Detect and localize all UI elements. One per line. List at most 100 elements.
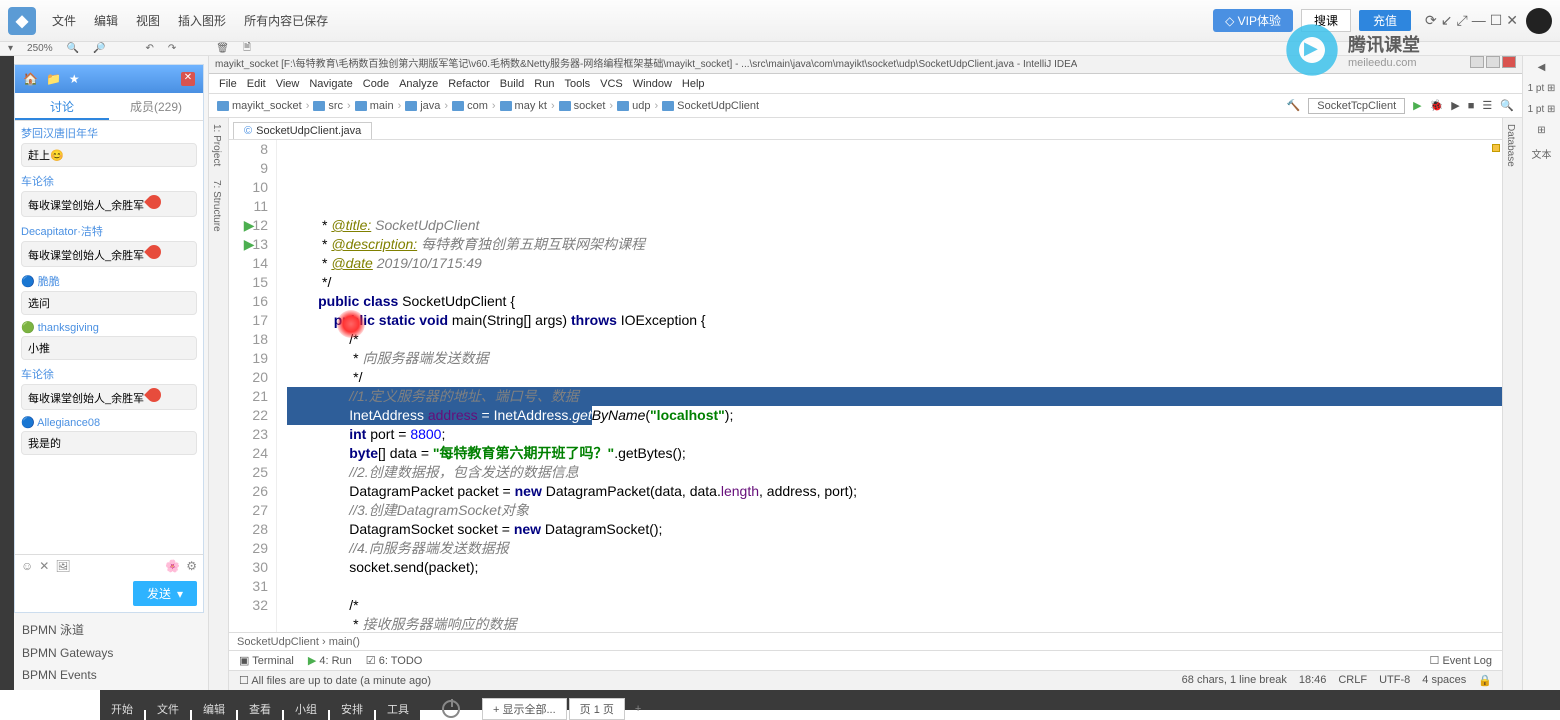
breadcrumb-item[interactable]: udp bbox=[617, 100, 650, 112]
avatar[interactable] bbox=[1526, 8, 1552, 34]
editor-breadcrumb[interactable]: SocketUdpClient › main() bbox=[229, 632, 1502, 650]
ide-menu-item[interactable]: Build bbox=[500, 78, 524, 90]
ide-menu-item[interactable]: Run bbox=[534, 78, 554, 90]
image-icon[interactable]: 🖼 bbox=[55, 559, 70, 573]
footer-tab[interactable]: 安排 bbox=[330, 698, 374, 720]
window-control-icon[interactable]: ⟳ bbox=[1425, 12, 1437, 29]
status-line-sep[interactable]: CRLF bbox=[1338, 674, 1367, 687]
footer-tab[interactable]: 小组 bbox=[284, 698, 328, 720]
dropdown-icon[interactable]: ▾ bbox=[8, 43, 13, 54]
search-icon[interactable]: 🔍 bbox=[1500, 99, 1514, 112]
window-control-icon[interactable]: ☐ bbox=[1490, 12, 1503, 29]
zoom-out-icon[interactable]: 🔎 bbox=[93, 43, 105, 54]
gear-icon[interactable]: ⚙ bbox=[186, 559, 197, 573]
breadcrumb-item[interactable]: src bbox=[313, 100, 343, 112]
shape-category[interactable]: BPMN Gateways bbox=[22, 642, 200, 664]
breadcrumb-item[interactable]: socket bbox=[559, 100, 606, 112]
footer-tab[interactable]: 工具 bbox=[376, 698, 420, 720]
vip-button[interactable]: ◇ VIP体验 bbox=[1213, 9, 1293, 32]
debug-icon[interactable]: 🐞 bbox=[1430, 99, 1444, 112]
zoom-level[interactable]: 250% bbox=[27, 43, 53, 54]
status-encoding[interactable]: UTF-8 bbox=[1379, 674, 1410, 687]
zoom-in-icon[interactable]: 🔍 bbox=[67, 43, 79, 54]
clear-icon[interactable]: ✕ bbox=[39, 559, 49, 573]
run-icon[interactable]: ▶ bbox=[1413, 99, 1421, 112]
code-editor[interactable]: 891011▶ 12▶ 1314151617181920212223242526… bbox=[229, 140, 1502, 632]
ide-menu-item[interactable]: VCS bbox=[600, 78, 623, 90]
chat-toolbar: ☺ ✕ 🖼 🌸 ⚙ bbox=[15, 554, 203, 577]
structure-icon[interactable]: ☰ bbox=[1482, 99, 1492, 112]
ide-menu-item[interactable]: Tools bbox=[564, 78, 590, 90]
footer-tab[interactable]: 查看 bbox=[238, 698, 282, 720]
window-control-icon[interactable]: ✕ bbox=[1506, 12, 1518, 29]
status-indent[interactable]: 4 spaces bbox=[1422, 674, 1466, 687]
ide-menu-item[interactable]: Navigate bbox=[309, 78, 352, 90]
folder-icon[interactable]: 📁 bbox=[46, 72, 61, 86]
ide-menu-item[interactable]: View bbox=[276, 78, 300, 90]
nav-back-icon[interactable]: ◀ bbox=[1538, 62, 1546, 73]
ide-menu-item[interactable]: Window bbox=[633, 78, 672, 90]
ide-menu-item[interactable]: Edit bbox=[247, 78, 266, 90]
breadcrumb-item[interactable]: SocketUdpClient bbox=[662, 100, 759, 112]
add-page-icon[interactable]: + bbox=[627, 703, 649, 715]
top-menu-item[interactable]: 插入图形 bbox=[178, 12, 226, 29]
ide-menu-item[interactable]: Analyze bbox=[399, 78, 438, 90]
shape-category[interactable]: BPMN Events bbox=[22, 664, 200, 686]
tab-members[interactable]: 成员(229) bbox=[109, 93, 203, 120]
ide-right-toolwindow-bar[interactable]: Database Ant Build Maven bbox=[1502, 118, 1522, 690]
stop-icon[interactable]: ■ bbox=[1468, 100, 1475, 112]
eventlog-tool-button[interactable]: ☐ Event Log bbox=[1430, 654, 1492, 667]
top-menu-item[interactable]: 编辑 bbox=[94, 12, 118, 29]
ide-menu-item[interactable]: Refactor bbox=[448, 78, 490, 90]
shape-list: BPMN 泳道BPMN GatewaysBPMN Events bbox=[14, 613, 208, 690]
power-icon[interactable] bbox=[442, 700, 460, 718]
chat-bubble: 每收课堂创始人_余胜军 bbox=[21, 384, 197, 410]
chat-message-list[interactable]: 梦回汉唐旧年华赶上😊车论徐每收课堂创始人_余胜军 Decapitator·洁特每… bbox=[15, 121, 203, 554]
footer-tab[interactable]: 编辑 bbox=[192, 698, 236, 720]
ide-menu-item[interactable]: Code bbox=[363, 78, 389, 90]
breadcrumb-item[interactable]: java bbox=[405, 100, 440, 112]
send-button[interactable]: 发送▾ bbox=[133, 581, 197, 606]
top-menu-item[interactable]: 视图 bbox=[136, 12, 160, 29]
ide-menu-item[interactable]: Help bbox=[682, 78, 705, 90]
ide-left-toolwindow-bar[interactable]: 1: Project 7: Structure bbox=[209, 118, 229, 690]
java-file-icon: © bbox=[244, 125, 252, 137]
undo-icon[interactable]: ↶ bbox=[146, 43, 154, 54]
top-menu-item[interactable]: 所有内容已保存 bbox=[244, 12, 328, 29]
maximize-icon[interactable] bbox=[1486, 56, 1500, 68]
tab-discussion[interactable]: 讨论 bbox=[15, 93, 109, 120]
breadcrumb-item[interactable]: may kt bbox=[500, 100, 547, 112]
document-icon[interactable]: 🗎 bbox=[243, 40, 251, 57]
breadcrumb-item[interactable]: com bbox=[452, 100, 488, 112]
ide-menu-item[interactable]: File bbox=[219, 78, 237, 90]
editor-tab[interactable]: © SocketUdpClient.java bbox=[233, 122, 372, 139]
footer-tab[interactable]: 开始 bbox=[100, 698, 144, 720]
page-tab[interactable]: 页 1 页 bbox=[569, 698, 625, 720]
close-icon[interactable]: ✕ bbox=[181, 72, 195, 86]
star-icon[interactable]: ★ bbox=[69, 72, 80, 86]
redo-icon[interactable]: ↷ bbox=[168, 43, 176, 54]
top-menu-item[interactable]: 文件 bbox=[52, 12, 76, 29]
build-icon[interactable]: 🔨 bbox=[1287, 99, 1301, 112]
coverage-icon[interactable]: ▶ bbox=[1451, 99, 1459, 112]
run-config-selector[interactable]: SocketTcpClient bbox=[1308, 98, 1405, 114]
delete-icon[interactable]: 🗑 bbox=[216, 43, 229, 54]
footer-tab[interactable]: 文件 bbox=[146, 698, 190, 720]
shape-category[interactable]: BPMN 泳道 bbox=[22, 617, 200, 642]
minimize-icon[interactable] bbox=[1470, 56, 1484, 68]
home-icon[interactable]: 🏠 bbox=[23, 72, 38, 86]
terminal-tool-button[interactable]: ▣ Terminal bbox=[239, 654, 294, 667]
window-control-icon[interactable]: ⤢ bbox=[1457, 12, 1468, 29]
ide-window: mayikt_socket [F:\每特教育\毛柄数百独创第六期版军笔记\v60… bbox=[209, 56, 1522, 690]
emoji-icon[interactable]: ☺ bbox=[21, 559, 33, 573]
breadcrumb-item[interactable]: main bbox=[355, 100, 394, 112]
todo-tool-button[interactable]: ☑ 6: TODO bbox=[366, 654, 423, 667]
run-tool-button[interactable]: ▶ 4: Run bbox=[308, 654, 352, 667]
window-control-icon[interactable]: ↙ bbox=[1441, 12, 1453, 29]
breadcrumb-item[interactable]: mayikt_socket bbox=[217, 100, 302, 112]
show-all-button[interactable]: + 显示全部... bbox=[482, 698, 567, 720]
lock-icon[interactable]: 🔒 bbox=[1478, 674, 1492, 687]
close-icon[interactable] bbox=[1502, 56, 1516, 68]
flower-icon[interactable]: 🌸 bbox=[165, 559, 180, 573]
window-control-icon[interactable]: ― bbox=[1472, 12, 1486, 29]
